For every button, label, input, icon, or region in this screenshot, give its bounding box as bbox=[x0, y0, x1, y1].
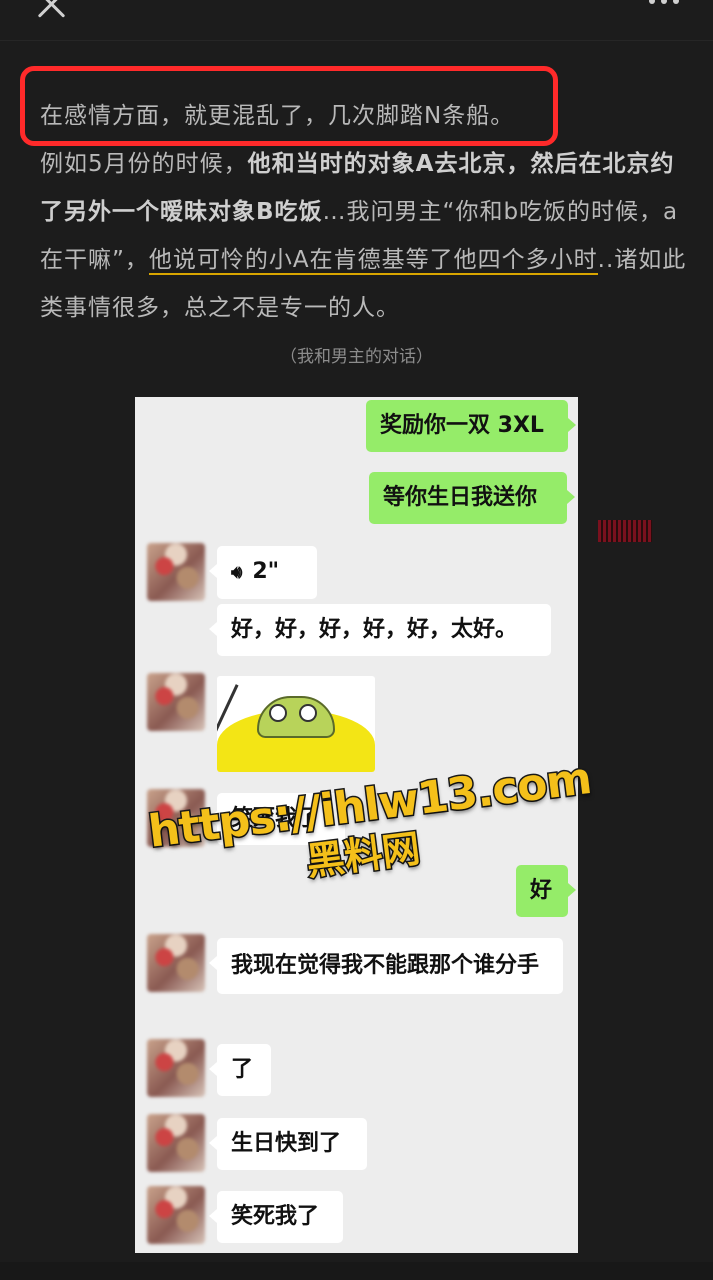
article-line-1: 在感情方面，就更混乱了，几次脚踏N条船。 bbox=[40, 103, 515, 129]
avatar bbox=[147, 1039, 205, 1097]
frog-eye bbox=[299, 704, 317, 722]
voice-icon: 🔊︎ bbox=[231, 562, 243, 583]
chat-bubble-them: 我现在觉得我不能跟那个谁分手 bbox=[209, 938, 563, 994]
avatar bbox=[147, 1186, 205, 1244]
redacted-mark bbox=[598, 520, 652, 542]
chat-bubble-them: 生日快到了 bbox=[209, 1118, 367, 1170]
chat-bubble-them: 了 bbox=[209, 1044, 271, 1096]
image-caption: （我和男主的对话） bbox=[280, 347, 433, 367]
avatar bbox=[147, 934, 205, 992]
frog-eye bbox=[269, 704, 287, 722]
voice-duration: 2" bbox=[252, 559, 280, 584]
article-intro: 例如5月份的时候， bbox=[40, 151, 248, 177]
avatar bbox=[147, 1114, 205, 1172]
frog-head bbox=[257, 696, 335, 738]
chat-bubble-me: 奖励你一双 3XL bbox=[366, 400, 576, 452]
article-underlined-text: 他说可怜的小A在肯德基等了他四个多小时 bbox=[148, 247, 598, 275]
chat-bubble-me: 等你生日我送你 bbox=[369, 472, 575, 524]
chat-bubble-me: 好 bbox=[516, 865, 576, 917]
voice-message[interactable]: 🔊︎ 2" bbox=[209, 546, 317, 599]
chat-bubble-them: 好，好，好，好，好，太好。 bbox=[209, 604, 551, 656]
close-icon[interactable] bbox=[34, 0, 68, 24]
avatar bbox=[147, 543, 205, 601]
article-text: 在感情方面，就更混乱了，几次脚踏N条船。 例如5月份的时候，他和当时的对象A去北… bbox=[40, 92, 690, 332]
top-bar bbox=[0, 0, 713, 41]
more-icon[interactable] bbox=[649, 0, 679, 4]
article-paragraph: 例如5月份的时候，他和当时的对象A去北京，然后在北京约了另外一个暧昧对象B吃饭…… bbox=[40, 140, 690, 332]
frog-sticker[interactable] bbox=[217, 676, 375, 772]
avatar bbox=[147, 673, 205, 731]
bottom-bar bbox=[0, 1262, 713, 1280]
chat-bubble-them: 笑死我了 bbox=[209, 1191, 343, 1243]
